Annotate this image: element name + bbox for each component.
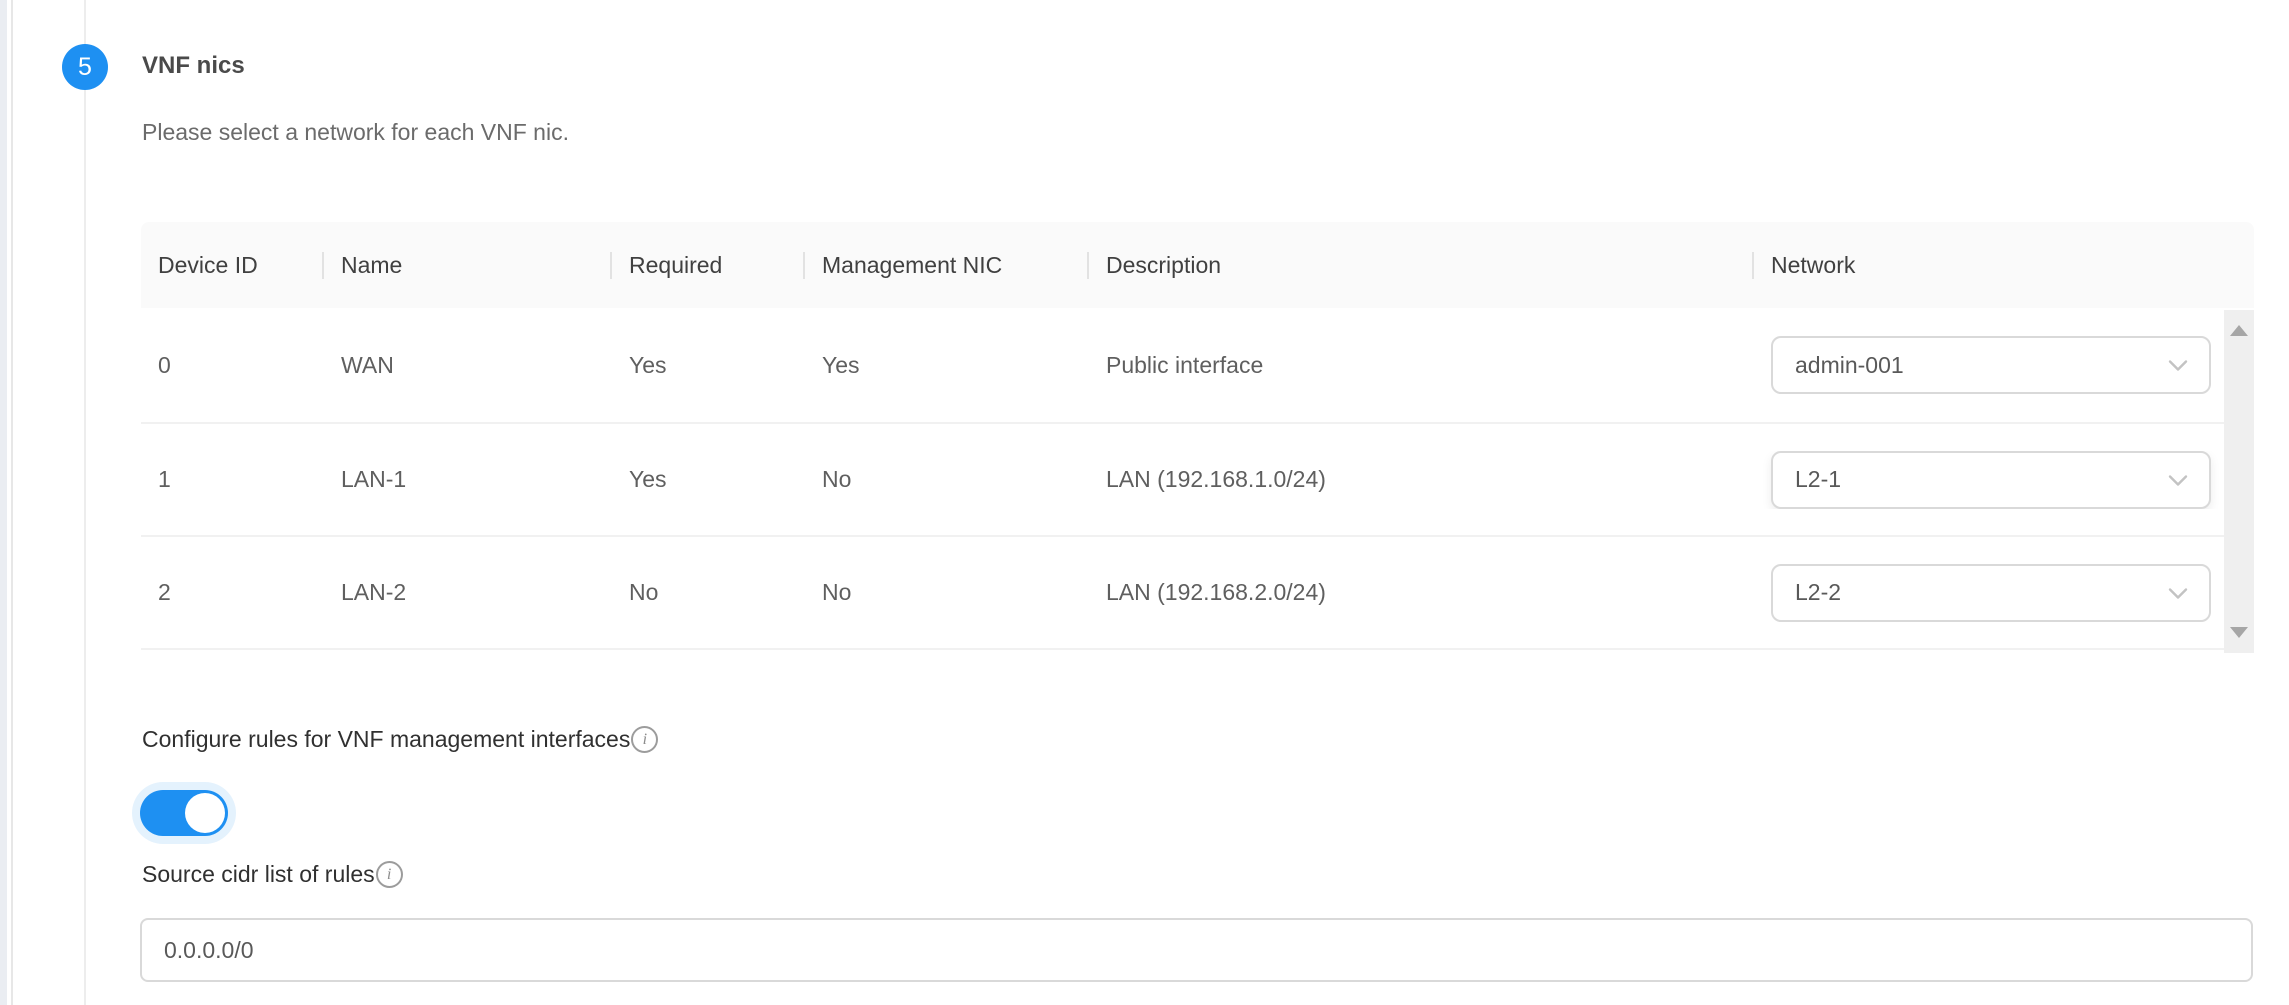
chevron-down-icon xyxy=(2165,467,2191,493)
source-cidr-label: Source cidr list of rulesi xyxy=(142,861,403,888)
cell-name: LAN-2 xyxy=(324,579,612,606)
table-body: 0 WAN Yes Yes Public interface admin-001… xyxy=(141,308,2254,650)
info-icon[interactable]: i xyxy=(631,726,658,753)
vnf-nics-step-page: 5 VNF nics Please select a network for e… xyxy=(0,0,2289,1005)
info-icon[interactable]: i xyxy=(376,861,403,888)
vnf-nics-table: Device ID Name Required Management NIC D… xyxy=(141,222,2254,650)
network-select-value: L2-2 xyxy=(1795,579,1841,606)
scroll-down-icon[interactable] xyxy=(2230,627,2248,638)
column-header-management-nic: Management NIC xyxy=(805,252,1089,279)
table-header-row: Device ID Name Required Management NIC D… xyxy=(141,222,2254,308)
network-select[interactable]: L2-1 xyxy=(1771,451,2211,509)
source-cidr-label-text: Source cidr list of rules xyxy=(142,861,375,888)
cell-description: LAN (192.168.2.0/24) xyxy=(1089,579,1754,606)
cell-required: No xyxy=(612,579,805,606)
scroll-up-icon[interactable] xyxy=(2230,325,2248,336)
cell-required: Yes xyxy=(612,466,805,493)
source-cidr-input[interactable] xyxy=(140,918,2253,982)
cell-management-nic: Yes xyxy=(805,352,1089,379)
table-row: 1 LAN-1 Yes No LAN (192.168.1.0/24) L2-1 xyxy=(141,424,2254,537)
cell-device-id: 2 xyxy=(141,579,324,606)
column-header-network: Network xyxy=(1754,252,2254,279)
network-select-value: admin-001 xyxy=(1795,352,1904,379)
cell-required: Yes xyxy=(612,352,805,379)
configure-rules-label: Configure rules for VNF management inter… xyxy=(142,726,658,753)
step-number-badge: 5 xyxy=(62,44,108,90)
column-header-name: Name xyxy=(324,252,612,279)
configure-rules-toggle[interactable] xyxy=(140,790,228,836)
left-panel-border xyxy=(11,0,13,1005)
step-number: 5 xyxy=(78,53,92,82)
network-select-value: L2-1 xyxy=(1795,466,1841,493)
network-select[interactable]: admin-001 xyxy=(1771,336,2211,394)
column-header-description: Description xyxy=(1089,252,1754,279)
cell-network: L2-1 xyxy=(1754,451,2254,509)
toggle-knob xyxy=(185,793,225,833)
configure-rules-label-text: Configure rules for VNF management inter… xyxy=(142,726,630,753)
left-panel-edge xyxy=(0,0,7,1005)
step-title: VNF nics xyxy=(142,52,245,80)
column-header-required: Required xyxy=(612,252,805,279)
cell-device-id: 1 xyxy=(141,466,324,493)
cell-description: Public interface xyxy=(1089,352,1754,379)
table-row: 2 LAN-2 No No LAN (192.168.2.0/24) L2-2 xyxy=(141,537,2254,650)
chevron-down-icon xyxy=(2165,352,2191,378)
cell-network: L2-2 xyxy=(1754,564,2254,622)
cell-name: LAN-1 xyxy=(324,466,612,493)
cell-description: LAN (192.168.1.0/24) xyxy=(1089,466,1754,493)
cell-device-id: 0 xyxy=(141,352,324,379)
table-row: 0 WAN Yes Yes Public interface admin-001 xyxy=(141,308,2254,424)
cell-management-nic: No xyxy=(805,466,1089,493)
cell-network: admin-001 xyxy=(1754,336,2254,394)
cell-name: WAN xyxy=(324,352,612,379)
step-connector-line xyxy=(84,0,86,1005)
network-select[interactable]: L2-2 xyxy=(1771,564,2211,622)
table-scrollbar[interactable] xyxy=(2224,310,2254,653)
step-subtitle: Please select a network for each VNF nic… xyxy=(142,119,569,146)
cell-management-nic: No xyxy=(805,579,1089,606)
chevron-down-icon xyxy=(2165,580,2191,606)
column-header-device-id: Device ID xyxy=(141,252,324,279)
